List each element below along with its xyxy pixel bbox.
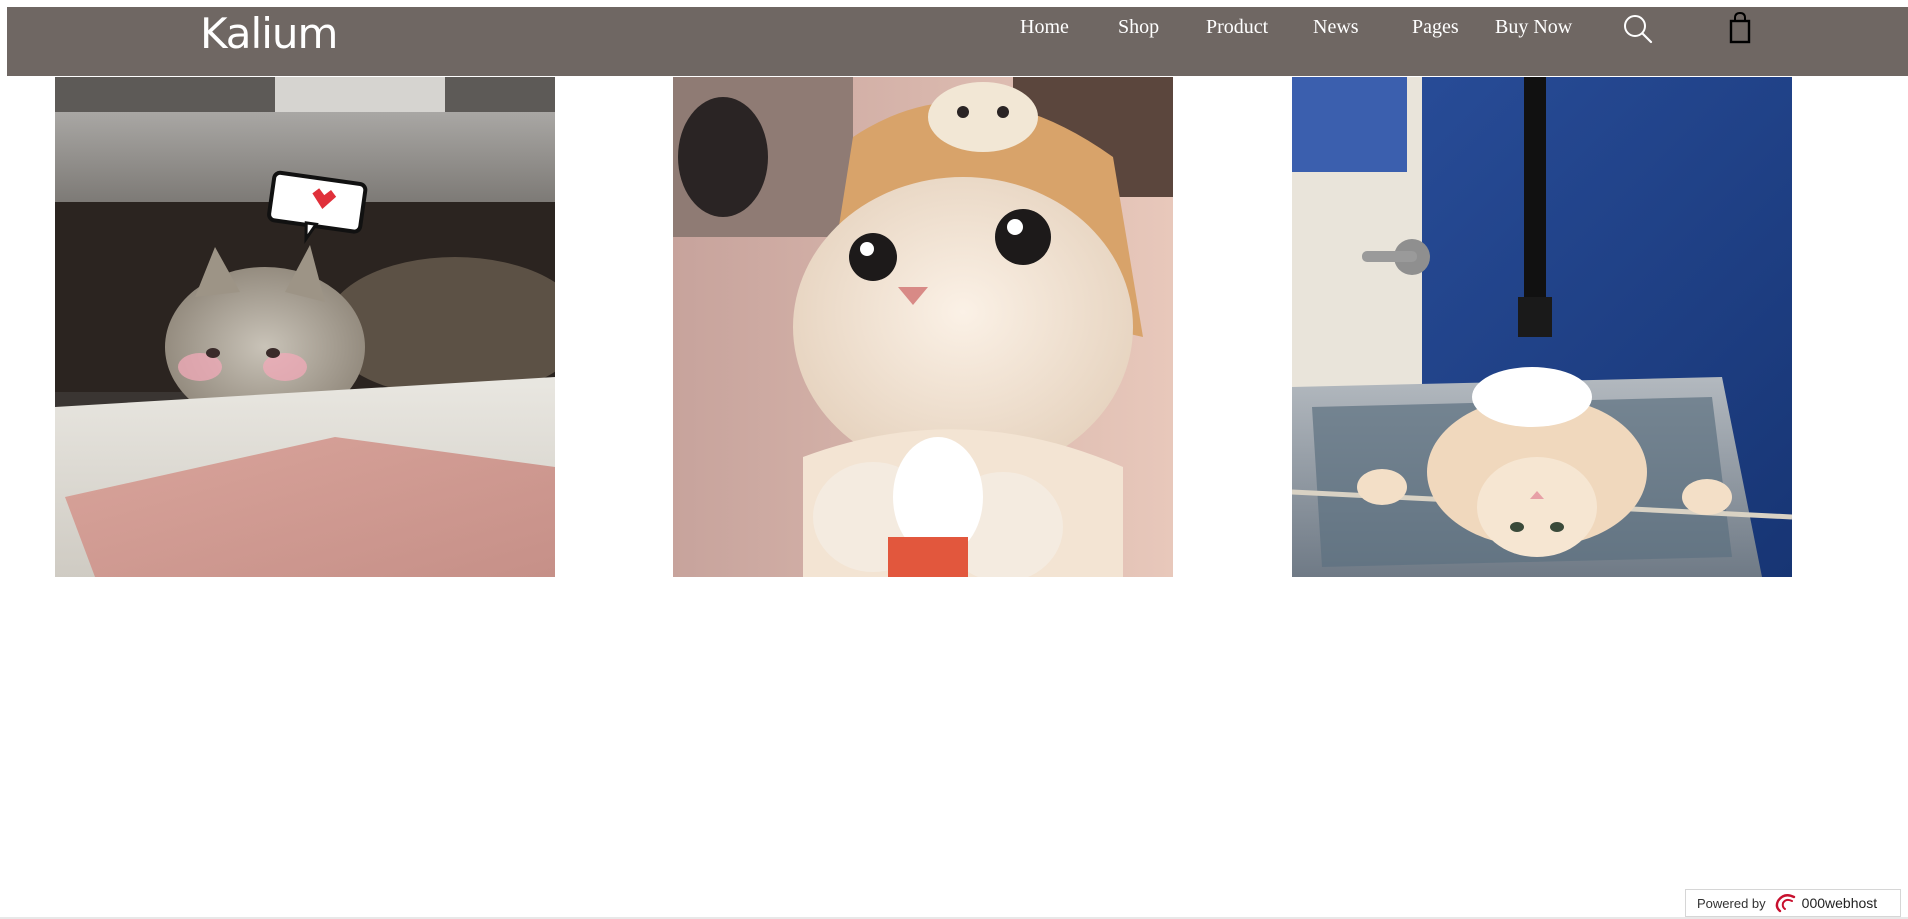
webhost-brand-name: 000webhost	[1801, 895, 1878, 911]
nav-news[interactable]: News	[1313, 16, 1359, 39]
cat-in-bear-hat-photo[interactable]	[673, 77, 1173, 577]
nav-product[interactable]: Product	[1206, 16, 1268, 39]
kitten-on-table-photo[interactable]	[55, 77, 555, 577]
nav-shop[interactable]: Shop	[1118, 16, 1159, 39]
nav-pages[interactable]: Pages	[1412, 16, 1459, 39]
nav-buy-now[interactable]: Buy Now	[1495, 16, 1572, 39]
page: Kalium Home Shop Product News Pages Buy …	[0, 0, 1908, 919]
powered-by-label: Powered by	[1697, 895, 1766, 911]
nav-home[interactable]: Home	[1020, 16, 1069, 39]
shopping-bag-icon[interactable]	[1723, 10, 1757, 46]
webhost-logo-icon	[1774, 893, 1798, 913]
powered-by-badge[interactable]: Powered by 000webhost	[1685, 889, 1901, 917]
cat-upside-down-photo[interactable]	[1292, 77, 1792, 577]
header-navbar: Kalium Home Shop Product News Pages Buy …	[7, 7, 1908, 76]
site-logo[interactable]: Kalium	[200, 9, 338, 58]
search-icon[interactable]	[1620, 11, 1656, 47]
